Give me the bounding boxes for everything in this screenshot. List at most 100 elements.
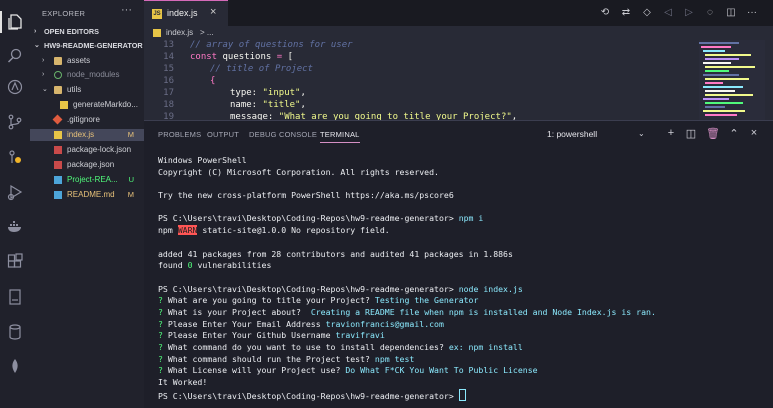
folder-icon xyxy=(54,57,62,65)
extensions-icon[interactable] xyxy=(0,248,30,276)
markdown-file-icon xyxy=(54,191,62,199)
new-terminal-icon[interactable]: + xyxy=(664,127,678,139)
editor-tab-bar: JS index.js × ⟲ ⇄ ◇ ◁ ▷ ◌ ◫ ··· xyxy=(144,0,773,26)
terminal-line: PS C:\Users\travi\Desktop\Coding-Repos\h… xyxy=(158,213,484,224)
js-file-icon: JS xyxy=(152,9,162,19)
trash-icon[interactable]: 🗑 xyxy=(706,127,720,140)
explorer-title: EXPLORER xyxy=(42,9,86,18)
file-package-json[interactable]: package.json xyxy=(30,159,144,171)
git-graph-icon[interactable] xyxy=(0,143,30,171)
mongodb-leaf-icon[interactable] xyxy=(0,353,30,381)
previous-change-icon[interactable]: ◇ xyxy=(641,7,653,19)
code-line: // array of questions for user xyxy=(190,40,353,50)
breadcrumb-file[interactable]: index.js xyxy=(166,26,193,40)
markdown-file-icon xyxy=(54,176,62,184)
folder-open-icon xyxy=(54,86,62,94)
file-readme[interactable]: README.md M xyxy=(30,189,144,201)
git-file-icon xyxy=(52,114,63,125)
code-line: type: "input", xyxy=(230,88,306,98)
go-back-icon[interactable]: ◁ xyxy=(662,7,674,19)
code-line: name: "title", xyxy=(230,100,306,110)
maximize-panel-icon[interactable]: ⌃ xyxy=(727,127,741,140)
minimap[interactable] xyxy=(699,40,765,120)
js-file-icon xyxy=(60,101,68,109)
terminal-output[interactable]: Windows PowerShell Copyright (C) Microso… xyxy=(158,155,768,401)
tab-terminal[interactable]: TERMINAL xyxy=(320,130,360,143)
untracked-badge: U xyxy=(128,175,134,184)
node-folder-icon xyxy=(54,71,62,79)
chevron-down-icon: ⌄ xyxy=(34,42,40,49)
breadcrumb: index.js > ... xyxy=(144,26,773,40)
line-number: 19 xyxy=(163,112,174,120)
explorer-more-button[interactable]: ··· xyxy=(121,4,132,16)
close-icon[interactable]: × xyxy=(210,6,216,18)
tab-label: index.js xyxy=(167,8,198,18)
terminal-line: ? Please Enter Your Email Address travio… xyxy=(158,318,444,329)
notebook-icon[interactable] xyxy=(0,283,30,311)
folder-assets[interactable]: › assets xyxy=(30,55,144,67)
close-panel-icon[interactable]: × xyxy=(747,127,761,139)
run-debug-icon[interactable] xyxy=(0,178,30,206)
source-control-icon[interactable] xyxy=(0,108,30,136)
line-number: 14 xyxy=(163,52,174,62)
tab-index-js[interactable]: JS index.js × xyxy=(144,0,228,26)
project-folder[interactable]: ⌄ HW9-README-GENERATOR xyxy=(30,40,144,52)
terminal-line: ? What is your Project about? Creating a… xyxy=(158,306,656,317)
code-line: // title of Project xyxy=(210,64,313,74)
terminal-cursor xyxy=(458,388,466,401)
file-project-readme[interactable]: Project-REA... U xyxy=(30,174,144,186)
folder-node-modules[interactable]: › node_modules xyxy=(30,69,144,81)
split-editor-icon[interactable]: ◫ xyxy=(725,7,737,19)
database-icon[interactable] xyxy=(0,318,30,346)
npm-file-icon xyxy=(54,146,62,154)
remote-explorer-icon[interactable] xyxy=(0,73,30,101)
chevron-down-icon[interactable]: ⌄ xyxy=(638,129,645,138)
tab-problems[interactable]: PROBLEMS xyxy=(158,130,201,139)
explorer-sidebar: EXPLORER ··· › OPEN EDITORS ⌄ HW9-README… xyxy=(30,0,144,408)
modified-badge: M xyxy=(127,190,134,199)
docker-icon[interactable] xyxy=(0,213,30,241)
go-forward-icon[interactable]: ▷ xyxy=(683,7,695,19)
open-editors-section[interactable]: › OPEN EDITORS xyxy=(30,26,144,38)
terminal-line: found 0 vulnerabilities xyxy=(158,260,272,271)
terminal-line: ? What are you going to title your Proje… xyxy=(158,295,479,306)
code-line: const questions = [ xyxy=(190,52,293,62)
modified-badge: M xyxy=(127,130,134,139)
line-number: 18 xyxy=(163,100,174,110)
terminal-line: ? What command do you want to use to ins… xyxy=(158,342,523,352)
folder-utils[interactable]: ⌄ utils xyxy=(30,84,144,96)
files-icon[interactable] xyxy=(0,8,30,36)
line-number: 13 xyxy=(163,40,174,50)
terminal-line: npm WARN static-site@1.0.0 No repository… xyxy=(158,225,390,236)
chevron-right-icon: › xyxy=(42,71,45,78)
file-index-js[interactable]: index.js M xyxy=(30,129,144,141)
terminal-line: ? What License will your Project use? Do… xyxy=(158,365,538,376)
search-icon[interactable] xyxy=(0,42,30,70)
file-package-lock[interactable]: package-lock.json xyxy=(30,144,144,156)
terminal-line: Windows PowerShell xyxy=(158,155,247,165)
editor-area: JS index.js × ⟲ ⇄ ◇ ◁ ▷ ◌ ◫ ··· index.js… xyxy=(144,0,773,408)
tab-debug-console[interactable]: DEBUG CONSOLE xyxy=(249,130,317,139)
breadcrumb-symbol[interactable]: > ... xyxy=(200,26,214,40)
line-number: 16 xyxy=(163,76,174,86)
terminal-select[interactable]: 1: powershell xyxy=(547,129,597,139)
terminal-line: added 41 packages from 28 contributors a… xyxy=(158,248,513,259)
tab-output[interactable]: OUTPUT xyxy=(207,130,239,139)
timeline-icon[interactable]: ⟲ xyxy=(599,7,611,19)
file-gitignore[interactable]: .gitignore xyxy=(30,114,144,126)
code-editor[interactable]: 13 14 15 16 17 18 19 // array of questio… xyxy=(144,40,773,120)
js-file-icon xyxy=(153,29,161,37)
chevron-down-icon: ⌄ xyxy=(42,86,48,93)
file-generate-markdown[interactable]: generateMarkdo... xyxy=(30,99,144,111)
open-changes-icon[interactable]: ◌ xyxy=(704,7,716,19)
terminal-line: ? Please Enter Your Github Username trav… xyxy=(158,330,385,341)
git-compare-icon[interactable]: ⇄ xyxy=(620,7,632,19)
more-actions-icon[interactable]: ··· xyxy=(746,7,758,19)
chevron-right-icon: › xyxy=(42,57,45,64)
terminal-line: It Worked! xyxy=(158,377,208,388)
split-terminal-icon[interactable]: ◫ xyxy=(684,127,698,140)
